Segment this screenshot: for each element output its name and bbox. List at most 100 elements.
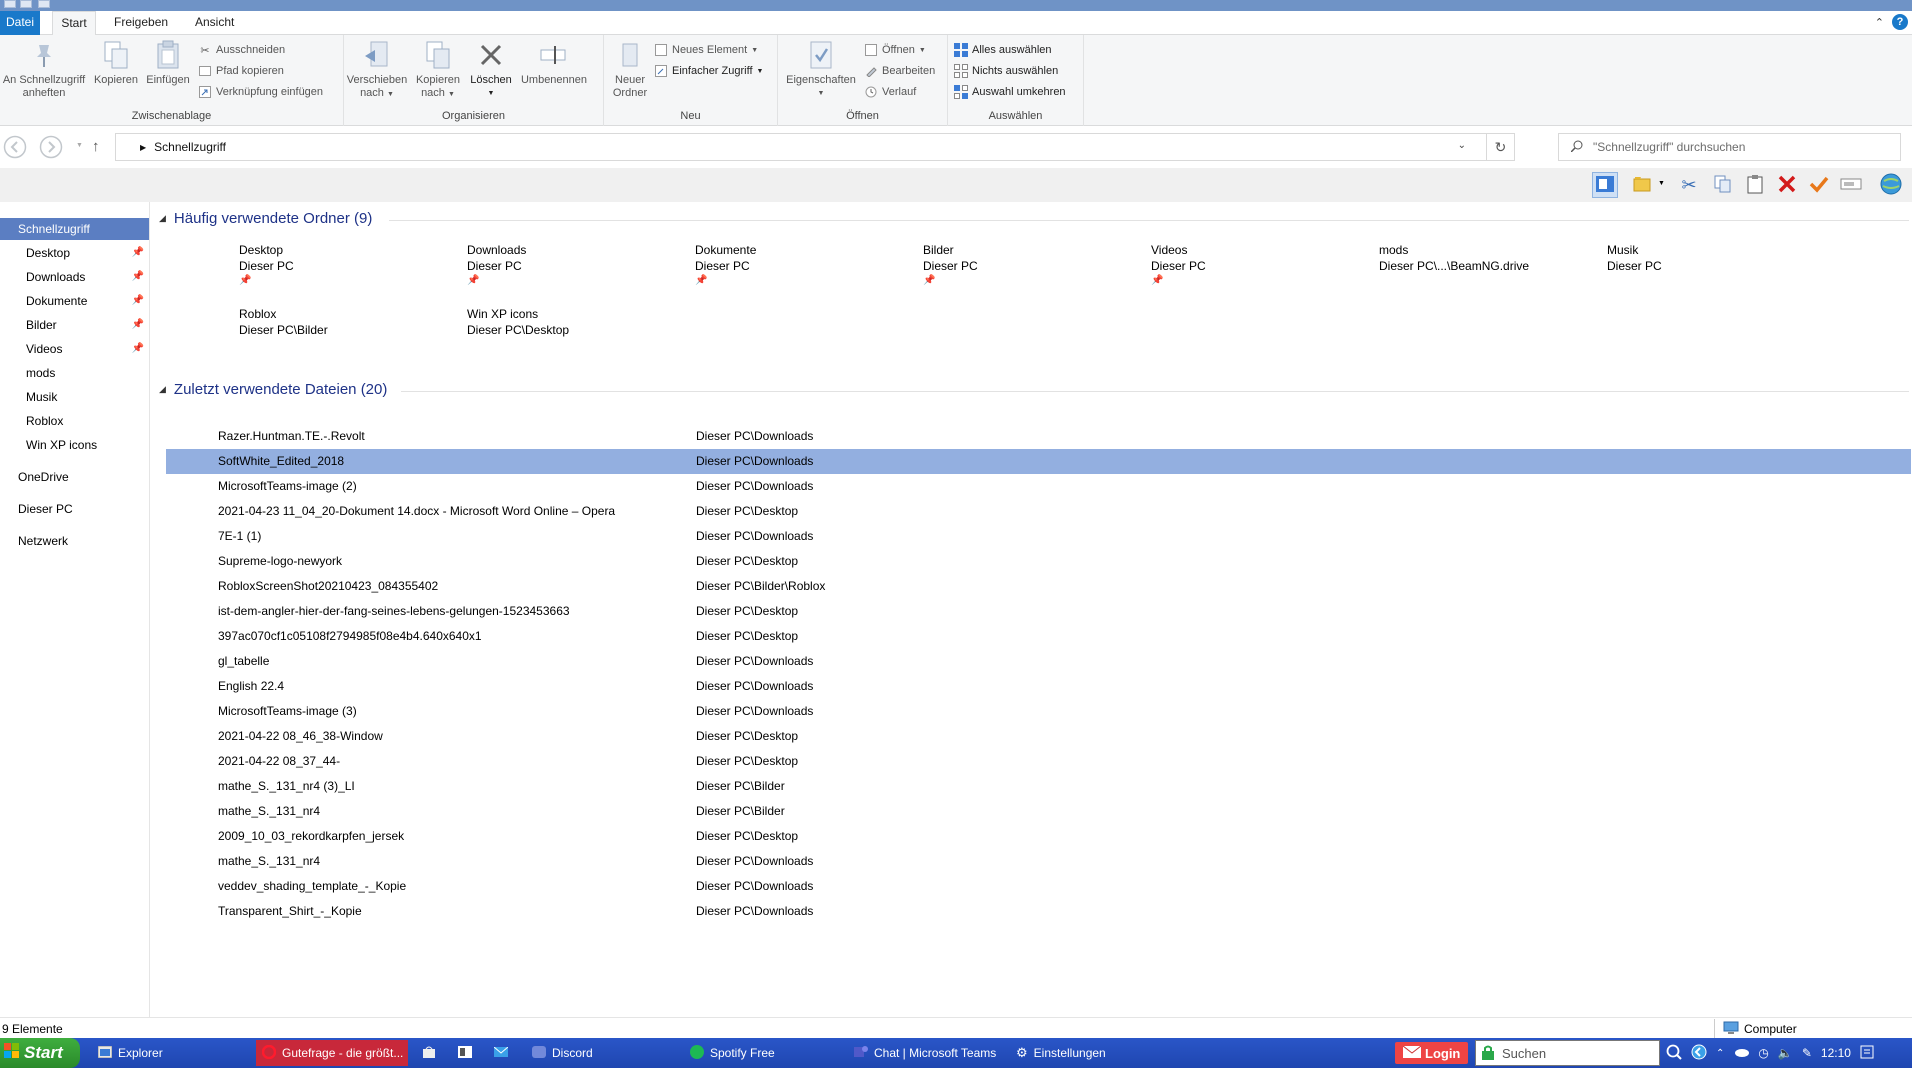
address-history-dropdown[interactable]: ⌄ [1458,140,1466,151]
taskbar-explorer[interactable]: Explorer [92,1040,252,1066]
cut-tool-button[interactable]: ✂ [1676,172,1702,198]
file-row[interactable]: mathe_S._131_nr4 Dieser PC\Downloads [166,849,1911,874]
tab-start[interactable]: Start [52,11,96,36]
delete-tool-button[interactable] [1774,172,1800,198]
file-row[interactable]: 2021-04-23 11_04_20-Dokument 14.docx - M… [166,499,1911,524]
sidebar-item-netzwerk[interactable]: Netzwerk [0,530,149,552]
rename-button[interactable]: Umbenennen [516,39,592,87]
volume-icon[interactable]: 🔈 [1778,1046,1793,1060]
history-button[interactable]: Verlauf [864,85,916,99]
quick-access-toolbar-icon[interactable] [4,0,16,8]
copy-to-button[interactable]: Kopieren nach ▼ [410,39,466,101]
tab-datei[interactable]: Datei [0,11,40,35]
confirm-tool-button[interactable] [1806,172,1832,198]
onedrive-cloud-icon[interactable] [1733,1046,1750,1060]
file-row[interactable]: 2021-04-22 08_37_44- Dieser PC\Desktop [166,749,1911,774]
file-row[interactable]: ist-dem-angler-hier-der-fang-seines-lebe… [166,599,1911,624]
file-row[interactable]: 397ac070cf1c05108f2794985f08e4b4.640x640… [166,624,1911,649]
file-row[interactable]: SoftWhite_Edited_2018 Dieser PC\Downloads [166,449,1911,474]
taskbar-app[interactable] [452,1040,474,1066]
start-button[interactable]: Start [0,1038,80,1068]
back-button[interactable] [2,135,28,161]
sidebar-item-bilder[interactable]: Bilder 📌 [0,314,149,336]
edit-button[interactable]: Bearbeiten [864,64,935,78]
breadcrumb-schnellzugriff[interactable]: Schnellzugriff [154,140,226,154]
sidebar-item-videos[interactable]: Videos 📌 [0,338,149,360]
file-row[interactable]: MicrosoftTeams-image (2) Dieser PC\Downlo… [166,474,1911,499]
open-button[interactable]: Öffnen ▼ [864,43,926,57]
search-icon[interactable] [1666,1044,1682,1063]
forward-button[interactable] [38,135,64,161]
file-row[interactable]: Supreme-logo-newyork Dieser PC\Desktop [166,549,1911,574]
file-row[interactable]: Razer.Huntman.TE.-.Revolt Dieser PC\Downl… [166,424,1911,449]
file-row[interactable]: RobloxScreenShot20210423_084355402 Dieser… [166,574,1911,599]
clock[interactable]: 12:10 [1821,1046,1851,1060]
chevron-down-icon[interactable]: ▼ [1658,180,1665,187]
folder-tile[interactable]: Desktop Dieser PC 📌 [239,242,449,288]
file-row[interactable]: English 22.4 Dieser PC\Downloads [166,674,1911,699]
back-circle-icon[interactable] [1691,1044,1707,1063]
file-row[interactable]: MicrosoftTeams-image (3) Dieser PC\Downlo… [166,699,1911,724]
file-row[interactable]: mathe_S._131_nr4 Dieser PC\Bilder [166,799,1911,824]
taskbar-mail[interactable] [488,1040,510,1066]
globe-tool-button[interactable] [1878,172,1904,198]
rename-tool-button[interactable] [1838,172,1864,198]
tab-ansicht[interactable]: Ansicht [185,11,244,35]
up-button[interactable]: ↑ [92,138,100,155]
cut-button[interactable]: ✂ Ausschneiden [198,43,285,57]
file-row[interactable]: gl_tabelle Dieser PC\Downloads [166,649,1911,674]
copy-button[interactable]: Kopieren [90,39,142,87]
folder-tile[interactable]: Dokumente Dieser PC 📌 [695,242,905,288]
address-input[interactable]: ▶ Schnellzugriff ⌄ ↻ [115,133,1515,161]
move-to-button[interactable]: Verschieben nach ▼ [346,39,408,101]
file-row[interactable]: veddev_shading_template_-_Kopie Dieser PC… [166,874,1911,899]
taskbar-teams[interactable]: Chat | Microsoft Teams [848,1040,1008,1066]
sidebar-item-onedrive[interactable]: OneDrive [0,466,149,488]
folder-tile[interactable]: Downloads Dieser PC 📌 [467,242,677,288]
sidebar-item-roblox[interactable]: Roblox [0,410,149,432]
taskbar-gutefrage[interactable]: Gutefrage - die größt... [256,1040,408,1066]
file-row[interactable]: 2009_10_03_rekordkarpfen_jersek Dieser PC… [166,824,1911,849]
preview-pane-button[interactable] [1592,172,1618,198]
properties-quick-icon[interactable] [20,0,32,8]
file-row[interactable]: 7E-1 (1) Dieser PC\Downloads [166,524,1911,549]
frequent-folders-header[interactable]: ◢ Häufig verwendete Ordner (9) [159,210,1909,227]
new-folder-tool-button[interactable] [1630,172,1656,198]
sidebar-item-downloads[interactable]: Downloads 📌 [0,266,149,288]
new-item-button[interactable]: Neues Element ▼ [654,43,758,57]
sidebar-item-win-xp-icons[interactable]: Win XP icons [0,434,149,456]
taskbar-discord[interactable]: Discord [526,1040,676,1066]
delete-button[interactable]: Löschen ▼ [468,39,514,100]
folder-tile[interactable]: Bilder Dieser PC 📌 [923,242,1133,288]
select-all-button[interactable]: Alles auswählen [954,43,1052,57]
file-row[interactable]: mathe_S._131_nr4 (3)_LI Dieser PC\Bilder [166,774,1911,799]
login-button[interactable]: Login [1395,1042,1469,1064]
copy-path-button[interactable]: Pfad kopieren [198,64,284,78]
folder-tile[interactable]: Win XP icons Dieser PC\Desktop [467,306,677,338]
paste-tool-button[interactable] [1742,172,1768,198]
easy-access-button[interactable]: Einfacher Zugriff ▼ [654,64,763,78]
recent-locations-icon[interactable]: ▼ [76,142,83,149]
folder-tile[interactable]: mods Dieser PC\...\BeamNG.drive [1379,242,1589,274]
sidebar-item-dokumente[interactable]: Dokumente 📌 [0,290,149,312]
copy-tool-button[interactable] [1710,172,1736,198]
sidebar-item-desktop[interactable]: Desktop 📌 [0,242,149,264]
sidebar-item-dieser-pc[interactable]: Dieser PC [0,498,149,520]
taskbar-search-input[interactable]: Suchen [1475,1040,1660,1066]
search-input[interactable]: "Schnellzugriff" durchsuchen [1558,133,1901,161]
folder-tile[interactable]: Videos Dieser PC 📌 [1151,242,1361,288]
paste-shortcut-button[interactable]: Verknüpfung einfügen [198,85,323,99]
folder-tile[interactable]: Roblox Dieser PC\Bilder [239,306,449,338]
new-folder-quick-icon[interactable] [38,0,50,8]
file-row[interactable]: Transparent_Shirt_-_Kopie Dieser PC\Downl… [166,899,1911,924]
chevron-up-icon[interactable]: ⌃ [1716,1048,1724,1059]
taskbar-spotify[interactable]: Spotify Free [684,1040,844,1066]
recent-files-header[interactable]: ◢ Zuletzt verwendete Dateien (20) [159,381,1909,398]
breadcrumb-arrow-icon[interactable]: ▶ [140,143,146,152]
paste-button[interactable]: Einfügen [142,39,194,87]
sidebar-item-musik[interactable]: Musik [0,386,149,408]
select-none-button[interactable]: Nichts auswählen [954,64,1058,78]
wifi-icon[interactable]: ◷ [1758,1046,1768,1060]
properties-button[interactable]: Eigenschaften ▼ [780,39,862,100]
help-icon[interactable]: ? [1892,14,1908,30]
